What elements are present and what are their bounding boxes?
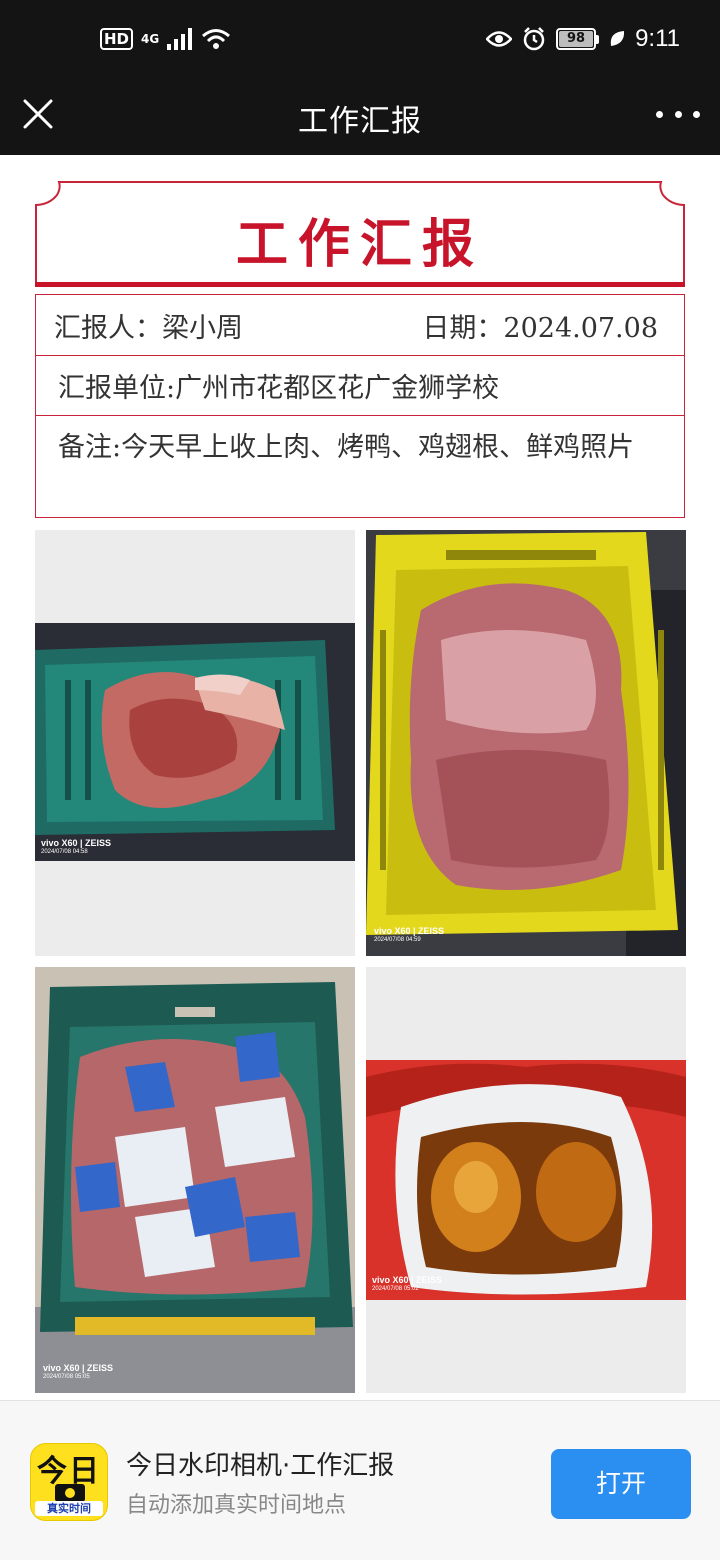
photo-1-brand: vivo X60 | ZEISS <box>41 838 112 848</box>
photo-2-date: 2024/07/08 04:59 <box>374 937 421 943</box>
app-icon[interactable]: 今日 真实时间 <box>30 1443 108 1521</box>
signal-icon <box>167 28 193 50</box>
photo-4-date: 2024/07/08 05:02 <box>372 1286 419 1292</box>
battery-level: 98 <box>559 31 594 47</box>
photo-4-brand: vivo X60 | ZEISS <box>372 1275 443 1285</box>
photo-2-brand: vivo X60 | ZEISS <box>374 926 445 936</box>
photo-4-watermark: vivo X60 | ZEISS 2024/07/08 05:02 <box>372 1275 442 1292</box>
photo-1-watermark: vivo X60 | ZEISS 2024/07/08 04:58 <box>41 838 111 855</box>
page-title: 工作汇报 <box>298 104 422 139</box>
report-note: 备注:今天早上收上肉、烤鸭、鸡翅根、鲜鸡照片 <box>58 432 635 463</box>
clock: 9:11 <box>635 25 680 52</box>
alarm-icon <box>523 27 545 51</box>
photo-meat-yellow-crate <box>366 530 686 956</box>
status-bar: HD 4G 98 9:11 <box>0 0 720 82</box>
app-description: 自动添加真实时间地点 <box>126 1493 347 1518</box>
photo-meat-ice-crate <box>35 967 355 1393</box>
app-promo-banner[interactable]: 今日 真实时间 今日水印相机·工作汇报 自动添加真实时间地点 打开 <box>0 1400 720 1560</box>
app-icon-tagline: 真实时间 <box>35 1501 103 1516</box>
photo-1[interactable]: vivo X60 | ZEISS 2024/07/08 04:58 <box>35 530 355 956</box>
report-card: 工作汇报 汇报人：梁小周 日期：2024.07.08 汇报单位:广州市花都区花广… <box>35 180 685 518</box>
leaf-icon <box>610 31 625 46</box>
network-type: 4G <box>141 32 160 46</box>
reporter-row: 汇报人：梁小周 日期：2024.07.08 <box>35 294 685 356</box>
photo-1-date: 2024/07/08 04:58 <box>41 849 88 855</box>
app-name: 今日水印相机·工作汇报 <box>126 1451 395 1481</box>
report-unit: 汇报单位:广州市花都区花广金狮学校 <box>58 373 500 404</box>
photo-2[interactable]: vivo X60 | ZEISS 2024/07/08 04:59 <box>366 530 686 956</box>
hd-badge: HD <box>100 28 134 50</box>
more-dot-icon <box>693 110 700 118</box>
title-bar: 工作汇报 <box>0 82 720 155</box>
photo-3-watermark: vivo X60 | ZEISS 2024/07/08 05:05 <box>43 1363 113 1380</box>
photo-roast-duck <box>366 1060 686 1300</box>
status-left: HD 4G <box>100 28 231 50</box>
more-dot-icon <box>656 110 663 118</box>
report-header: 工作汇报 <box>35 180 685 288</box>
photo-3[interactable]: vivo X60 | ZEISS 2024/07/08 05:05 <box>35 967 355 1393</box>
note-row: 备注:今天早上收上肉、烤鸭、鸡翅根、鲜鸡照片 <box>35 416 685 518</box>
eye-icon <box>486 31 513 47</box>
battery-indicator: 98 <box>556 28 600 50</box>
reporter: 汇报人：梁小周 <box>54 312 243 344</box>
status-right: 98 9:11 <box>486 25 680 53</box>
more-button[interactable] <box>656 94 700 134</box>
photo-4[interactable]: vivo X60 | ZEISS 2024/07/08 05:02 <box>366 967 686 1393</box>
photo-3-date: 2024/07/08 05:05 <box>43 1374 90 1380</box>
wifi-icon <box>202 29 231 49</box>
open-app-button[interactable]: 打开 <box>551 1449 691 1519</box>
photo-3-brand: vivo X60 | ZEISS <box>43 1363 114 1373</box>
report-date: 日期：2024.07.08 <box>422 312 658 344</box>
report-title: 工作汇报 <box>235 214 484 275</box>
photo-meat-green-crate <box>35 623 355 861</box>
photo-2-watermark: vivo X60 | ZEISS 2024/07/08 04:59 <box>374 926 444 943</box>
more-dot-icon <box>674 110 682 118</box>
unit-row: 汇报单位:广州市花都区花广金狮学校 <box>35 356 685 416</box>
